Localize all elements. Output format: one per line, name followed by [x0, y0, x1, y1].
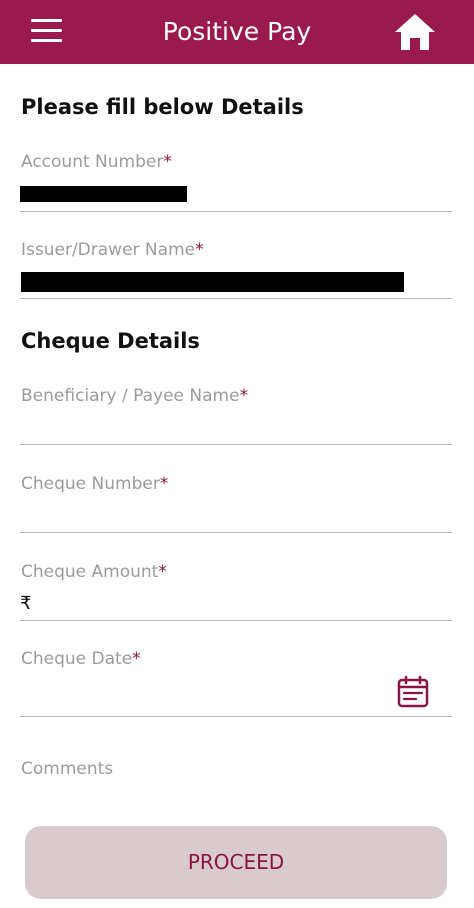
required-asterisk: * [239, 386, 249, 406]
comments-label: Comments [21, 759, 114, 779]
required-asterisk: * [195, 240, 204, 260]
cheque-amount-field[interactable] [40, 590, 452, 620]
cheque-date-label-text: Cheque Date [21, 649, 133, 669]
cheque-amount-label: Cheque Amount* [21, 561, 167, 583]
cheque-date-field[interactable] [20, 680, 390, 710]
account-number-label-text: Account Number [21, 152, 164, 172]
cheque-details-section-title: Cheque Details [21, 329, 200, 353]
required-asterisk: * [132, 649, 141, 669]
comments-field[interactable] [20, 784, 452, 814]
beneficiary-name-underline [20, 444, 452, 445]
menu-bar [31, 39, 62, 42]
beneficiary-name-field[interactable] [20, 414, 452, 444]
issuer-name-underline [20, 298, 452, 299]
required-asterisk: * [163, 152, 172, 172]
menu-bar [31, 29, 62, 32]
cheque-number-label-text: Cheque Number [21, 474, 160, 494]
app-header: Positive Pay [0, 0, 474, 64]
beneficiary-name-label-text: Beneficiary / Payee Name [21, 386, 240, 406]
required-asterisk: * [159, 474, 169, 494]
rupee-symbol: ₹ [20, 593, 32, 614]
proceed-button[interactable]: PROCEED [25, 826, 447, 899]
account-number-underline [20, 211, 452, 212]
beneficiary-name-label: Beneficiary / Payee Name* [21, 385, 248, 407]
redacted-account-number [20, 186, 187, 202]
cheque-number-underline [20, 532, 452, 533]
required-asterisk: * [158, 562, 167, 582]
redacted-issuer-name [21, 272, 404, 292]
cheque-amount-label-text: Cheque Amount [21, 562, 159, 582]
cheque-date-underline [20, 716, 452, 717]
page-title: Positive Pay [162, 17, 312, 46]
cheque-amount-underline [20, 620, 452, 621]
menu-bar [31, 19, 62, 22]
issuer-name-label: Issuer/Drawer Name* [21, 239, 204, 261]
calendar-icon[interactable] [396, 675, 430, 709]
cheque-number-label: Cheque Number* [21, 473, 168, 495]
details-section-title: Please fill below Details [21, 95, 304, 119]
issuer-name-label-text: Issuer/Drawer Name [21, 240, 196, 260]
hamburger-menu-icon[interactable] [31, 17, 63, 45]
home-icon[interactable] [393, 12, 437, 52]
cheque-date-label: Cheque Date* [21, 648, 141, 670]
cheque-number-field[interactable] [20, 502, 452, 532]
account-number-label: Account Number* [21, 151, 172, 173]
